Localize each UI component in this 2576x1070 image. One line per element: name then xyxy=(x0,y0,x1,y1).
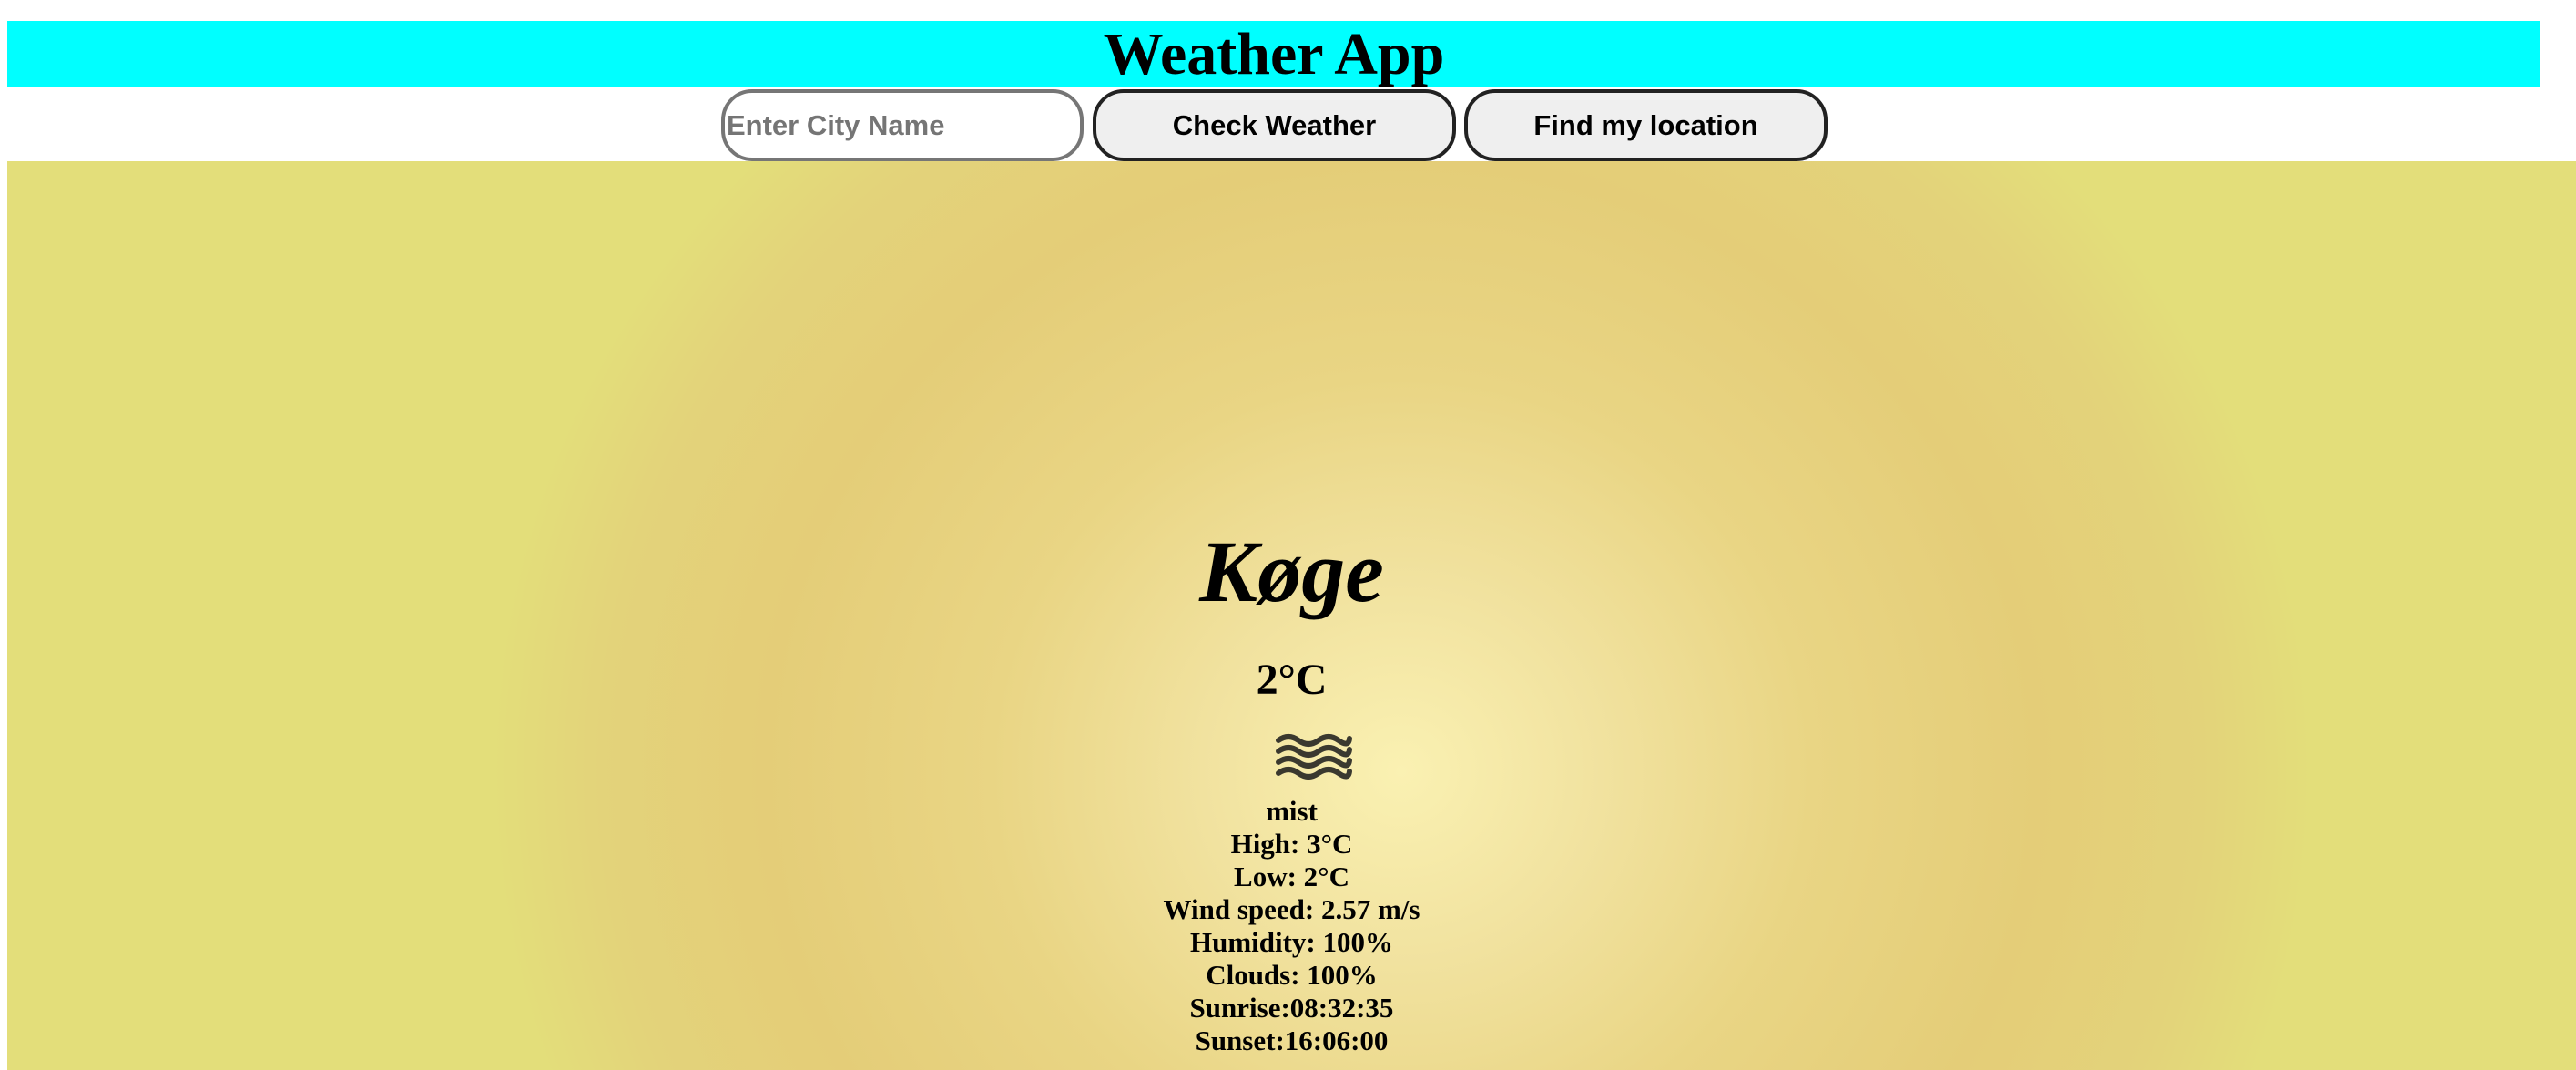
temperature: 2°C xyxy=(1256,656,1328,704)
weather-description: mist xyxy=(1266,795,1318,827)
find-my-location-button[interactable]: Find my location xyxy=(1464,89,1828,161)
sunrise-time: Sunrise:08:32:35 xyxy=(1189,992,1394,1024)
sunset-time: Sunset:16:06:00 xyxy=(1195,1024,1389,1056)
clouds: Clouds: 100% xyxy=(1206,959,1378,991)
check-weather-button[interactable]: Check Weather xyxy=(1093,89,1456,161)
humidity: Humidity: 100% xyxy=(1189,926,1394,958)
app-header: Weather App xyxy=(7,21,2540,87)
wind-speed: Wind speed: 2.57 m/s xyxy=(1163,893,1420,925)
weather-details: mist High: 3°C Low: 2°C Wind speed: 2.57… xyxy=(7,795,2576,1057)
mist-icon xyxy=(1273,731,1355,782)
high-temperature: High: 3°C xyxy=(1230,828,1353,860)
low-temperature: Low: 2°C xyxy=(1234,861,1349,892)
app-title: Weather App xyxy=(1103,21,1445,87)
search-controls: Check Weather Find my location xyxy=(0,87,2576,162)
city-name: Køge xyxy=(1199,523,1384,620)
city-name-input[interactable] xyxy=(721,89,1084,161)
weather-panel: Køge 2°C mist High: 3°C Low: 2°C Wind sp… xyxy=(7,161,2576,1070)
